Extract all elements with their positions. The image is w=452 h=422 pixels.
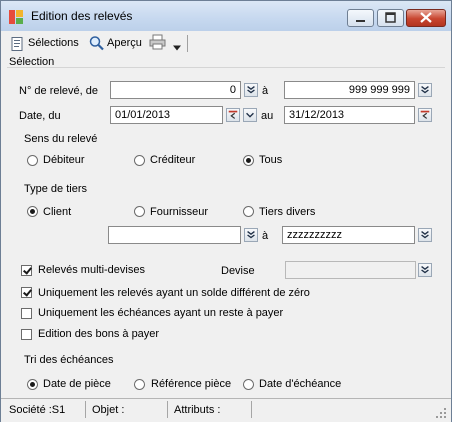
checkbox-solde-label[interactable]: Uniquement les relevés ayant un solde di…	[38, 287, 310, 299]
radio-debiteur-label[interactable]: Débiteur	[43, 154, 85, 166]
checkbox-echeances[interactable]	[21, 308, 32, 319]
double-chevron-icon[interactable]	[244, 228, 258, 242]
tiers-a-label: à	[262, 230, 269, 242]
close-button[interactable]	[406, 9, 446, 27]
radio-debiteur[interactable]	[27, 155, 38, 166]
radio-reference-piece[interactable]	[134, 379, 145, 390]
radio-date-piece-label[interactable]: Date de pièce	[43, 378, 111, 390]
date-au-label: au	[261, 110, 274, 122]
devise-input[interactable]	[285, 261, 416, 279]
status-attributs: Attributs :	[174, 404, 221, 416]
status-societe: Société :S1	[9, 404, 66, 416]
date-label: Date, du	[19, 110, 61, 122]
close-icon	[420, 12, 432, 23]
releve-label: N° de relevé, de	[19, 85, 98, 97]
status-separator	[167, 401, 168, 418]
status-separator	[85, 401, 86, 418]
radio-crediteur-label[interactable]: Créditeur	[150, 154, 195, 166]
calendar-icon[interactable]	[226, 108, 240, 122]
radio-reference-piece-label[interactable]: Référence pièce	[151, 378, 231, 390]
releve-from-input[interactable]: 0	[110, 81, 241, 99]
radio-tous-label[interactable]: Tous	[259, 154, 282, 166]
releve-a-label: à	[262, 85, 269, 97]
selections-icon	[11, 37, 23, 51]
status-objet: Objet :	[92, 404, 125, 416]
group-divider	[7, 67, 445, 68]
maximize-button[interactable]	[377, 9, 404, 27]
checkbox-solde[interactable]	[21, 287, 32, 298]
app-icon	[9, 10, 23, 24]
date-to-input[interactable]: 31/12/2013	[284, 106, 415, 124]
devise-label: Devise	[221, 265, 255, 277]
radio-fournisseur[interactable]	[134, 206, 145, 217]
checkbox-multidevises-label[interactable]: Relevés multi-devises	[38, 264, 145, 276]
tiers-from-input[interactable]	[108, 226, 241, 244]
minimize-button[interactable]	[347, 9, 374, 27]
status-bar: Société :S1 Objet : Attributs :	[1, 398, 451, 422]
minimize-icon	[356, 20, 365, 22]
selections-button[interactable]: Sélections	[28, 35, 79, 51]
radio-date-echeance[interactable]	[243, 379, 254, 390]
status-separator	[251, 401, 252, 418]
radio-tous[interactable]	[243, 155, 254, 166]
radio-date-piece[interactable]	[27, 379, 38, 390]
print-dropdown-icon[interactable]	[173, 40, 181, 56]
printer-icon[interactable]	[149, 34, 166, 50]
maximize-icon	[385, 12, 396, 23]
radio-fournisseur-label[interactable]: Fournisseur	[150, 206, 208, 218]
checkbox-bons[interactable]	[21, 329, 32, 340]
sens-label: Sens du relevé	[24, 133, 98, 145]
date-from-input[interactable]: 01/01/2013	[110, 106, 223, 124]
double-chevron-icon[interactable]	[418, 228, 432, 242]
chevron-down-icon[interactable]	[243, 108, 257, 122]
resize-grip-icon[interactable]	[435, 407, 447, 419]
window: Edition des relevés Sélections Aperçu Sé…	[0, 0, 452, 422]
double-chevron-icon[interactable]	[418, 263, 432, 277]
title-bar[interactable]: Edition des relevés	[1, 1, 451, 31]
calendar-icon[interactable]	[418, 108, 432, 122]
window-title: Edition des relevés	[31, 9, 133, 23]
radio-crediteur[interactable]	[134, 155, 145, 166]
double-chevron-icon[interactable]	[244, 83, 258, 97]
checkbox-bons-label[interactable]: Edition des bons à payer	[38, 328, 159, 340]
radio-client[interactable]	[27, 206, 38, 217]
checkbox-echeances-label[interactable]: Uniquement les échéances ayant un reste …	[38, 307, 283, 319]
tiers-label: Type de tiers	[24, 183, 87, 195]
radio-client-label[interactable]: Client	[43, 206, 71, 218]
checkbox-multidevises[interactable]	[21, 265, 32, 276]
tri-label: Tri des échéances	[24, 354, 114, 366]
double-chevron-icon[interactable]	[418, 83, 432, 97]
magnifier-icon	[89, 36, 104, 51]
radio-tiers-divers[interactable]	[243, 206, 254, 217]
radio-tiers-divers-label[interactable]: Tiers divers	[259, 206, 315, 218]
radio-date-echeance-label[interactable]: Date d'échéance	[259, 378, 341, 390]
toolbar-separator	[187, 35, 188, 52]
apercu-button[interactable]: Aperçu	[107, 35, 142, 51]
toolbar: Sélections Aperçu	[5, 32, 447, 54]
tiers-to-input[interactable]: zzzzzzzzzz	[282, 226, 415, 244]
releve-to-input[interactable]: 999 999 999	[284, 81, 415, 99]
